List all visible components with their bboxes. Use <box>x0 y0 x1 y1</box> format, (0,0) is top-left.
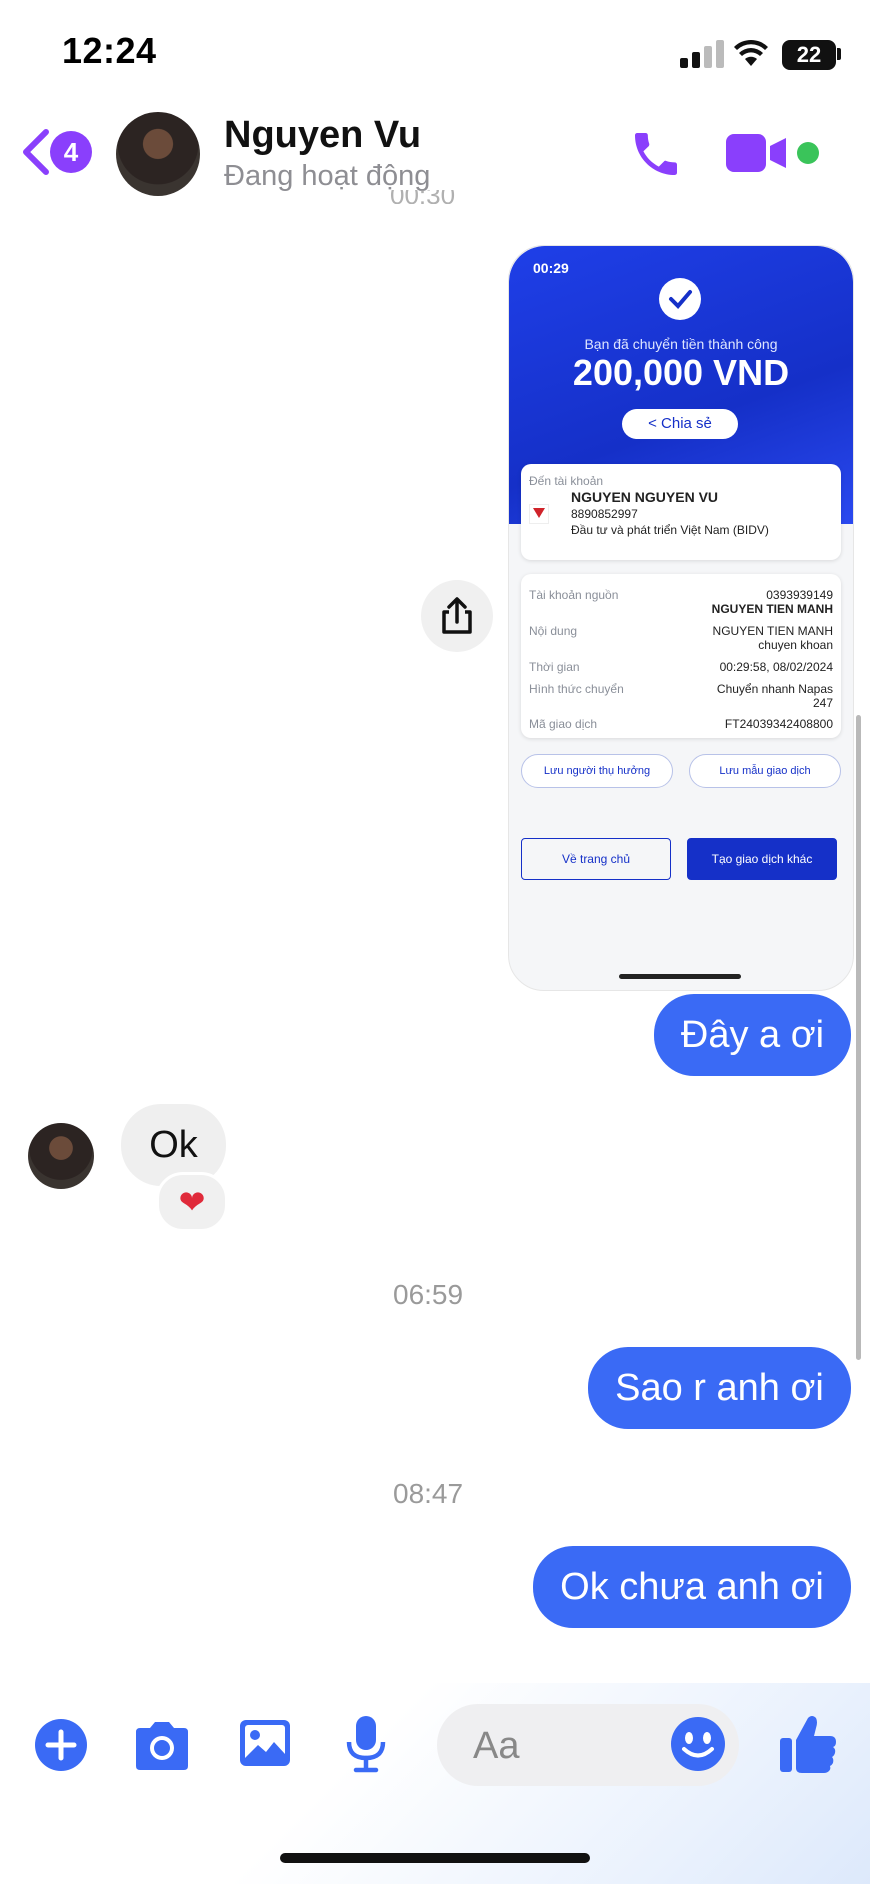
detail-value: Chuyển nhanh Napas <box>716 682 833 696</box>
share-button: < Chia sẻ <box>622 409 738 439</box>
heart-icon[interactable]: ❤ <box>156 1172 228 1232</box>
share-icon <box>442 597 472 634</box>
detail-label: Hình thức chuyển <box>529 682 624 696</box>
bank-logo <box>529 504 549 524</box>
shot-home-indicator <box>619 974 741 979</box>
avatar[interactable] <box>116 112 200 196</box>
detail-value-2: 247 <box>812 696 833 710</box>
forward-button[interactable] <box>421 580 493 652</box>
share-label: Chia sẻ <box>661 415 712 432</box>
message-outgoing[interactable]: Sao r anh ơi <box>588 1347 851 1429</box>
avatar[interactable] <box>28 1123 94 1189</box>
scrollbar[interactable] <box>856 715 861 1360</box>
to-account-label: Đến tài khoản <box>529 474 604 488</box>
timestamp: 08:47 <box>393 1478 464 1509</box>
chevron-left-icon[interactable] <box>20 128 52 176</box>
detail-value: 0393939149 <box>766 588 833 602</box>
contact-status: Đang hoạt động <box>224 160 431 192</box>
battery-indicator: 22 <box>782 40 836 70</box>
detail-label: Tài khoản nguồn <box>529 588 619 602</box>
success-text: Bạn đã chuyển tiền thành công <box>584 336 778 352</box>
timestamp: 06:59 <box>393 1279 464 1310</box>
detail-label: Thời gian <box>529 660 580 674</box>
shared-image[interactable]: 00:29 Bạn đã chuyển tiền thành công 200,… <box>508 245 854 991</box>
new-transaction-button: Tạo giao dịch khác <box>687 838 837 880</box>
message-outgoing[interactable]: Ok chưa anh ơi <box>533 1546 851 1628</box>
video-camera-icon[interactable] <box>724 132 788 174</box>
shot-status-time: 00:29 <box>533 260 569 276</box>
plus-circle-icon[interactable] <box>34 1718 88 1772</box>
detail-label: Mã giao dịch <box>529 717 598 731</box>
save-template-button: Lưu mẫu giao dịch <box>689 754 841 788</box>
detail-value-2: NGUYEN TIEN MANH <box>711 602 833 616</box>
phone-icon[interactable] <box>628 126 684 182</box>
recipient-account: 8890852997 <box>571 507 638 521</box>
transaction-details-card: Tài khoản nguồn 0393939149 NGUYEN TIEN M… <box>521 574 841 738</box>
microphone-icon[interactable] <box>344 1714 388 1774</box>
cellular-signal-icon <box>680 40 724 68</box>
home-button: Về trang chủ <box>521 838 671 880</box>
recipient-card: Đến tài khoản NGUYEN NGUYEN VU 889085299… <box>521 464 841 560</box>
image-icon[interactable] <box>238 1718 292 1768</box>
detail-value: NGUYEN TIEN MANH <box>712 624 833 638</box>
battery-tip <box>837 48 841 60</box>
emoji-icon[interactable] <box>670 1716 726 1772</box>
recipient-name: NGUYEN NGUYEN VU <box>571 489 719 505</box>
amount: 200,000 VND <box>572 352 790 393</box>
wifi-icon <box>734 39 768 66</box>
timestamp-partial: 00:30 <box>390 190 455 204</box>
detail-label: Nội dung <box>529 624 578 638</box>
share-icon: < <box>648 415 657 432</box>
thumbs-up-icon[interactable] <box>778 1712 838 1774</box>
unread-badge[interactable]: 4 <box>50 131 92 173</box>
save-recipient-button: Lưu người thụ hưởng <box>521 754 673 788</box>
online-status-dot <box>797 142 819 164</box>
home-indicator <box>280 1853 590 1863</box>
status-time: 12:24 <box>62 30 157 71</box>
check-icon <box>659 278 701 320</box>
detail-value: 00:29:58, 08/02/2024 <box>719 660 833 674</box>
recipient-bank: Đầu tư và phát triển Việt Nam (BIDV) <box>571 523 769 537</box>
camera-icon[interactable] <box>132 1718 192 1772</box>
contact-name[interactable]: Nguyen Vu <box>224 114 421 157</box>
detail-value-2: chuyen khoan <box>758 638 833 652</box>
detail-value: FT24039342408800 <box>724 717 833 731</box>
message-input-placeholder: Aa <box>473 1725 520 1767</box>
message-outgoing[interactable]: Đây a ơi <box>654 994 851 1076</box>
